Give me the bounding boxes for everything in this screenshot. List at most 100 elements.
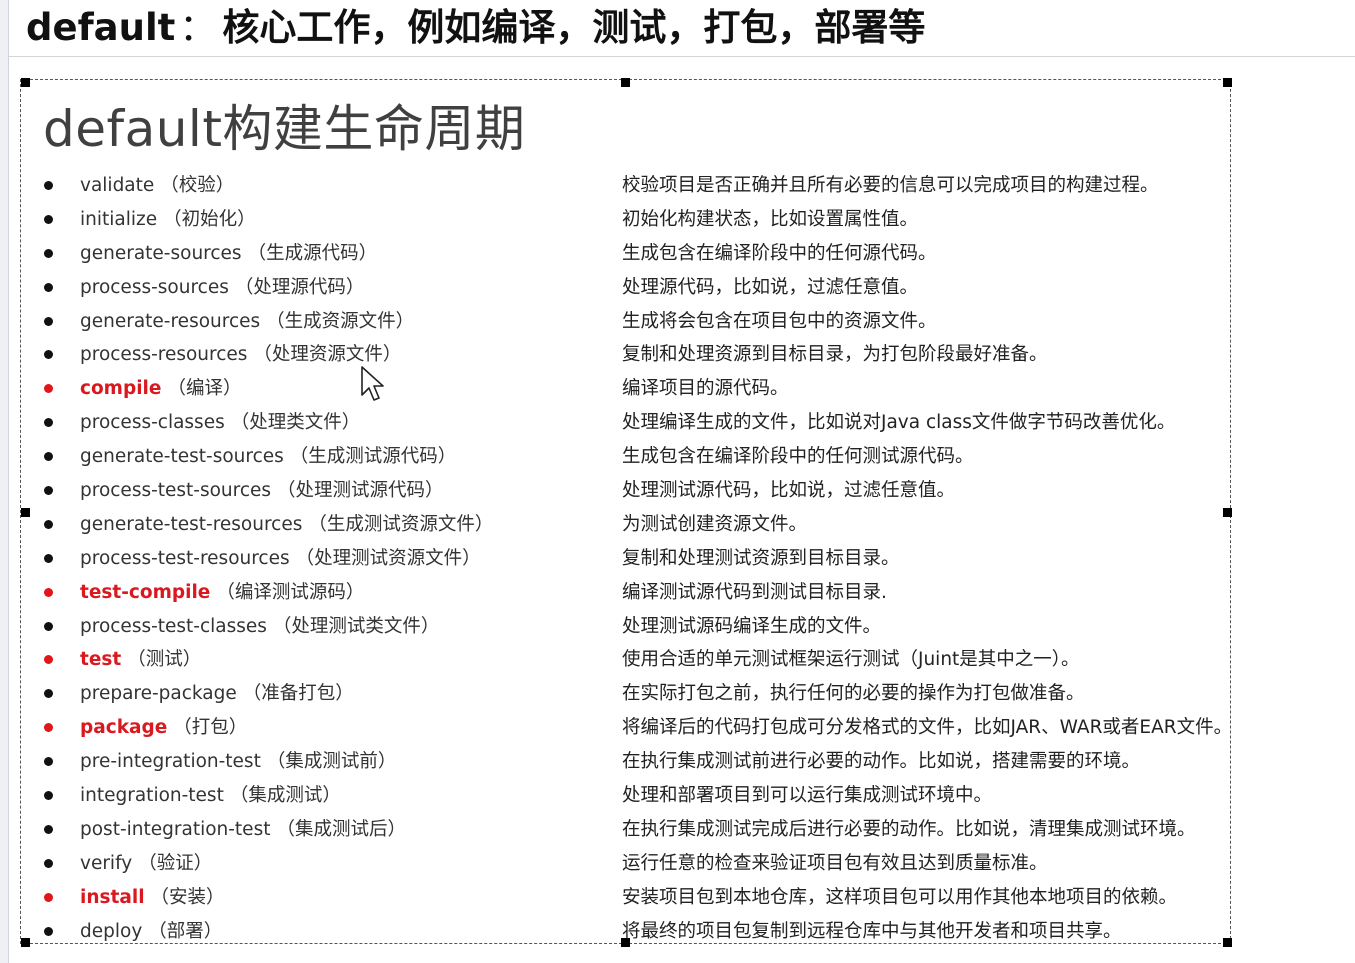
- phase-description: 生成将会包含在项目包中的资源文件。: [622, 310, 937, 332]
- phase-chinese-name: （处理类文件）: [230, 412, 361, 434]
- phase-name: generate-resources: [80, 310, 261, 332]
- phase-label: deploy （部署）: [80, 920, 222, 944]
- phase-chinese-name: （编译）: [167, 378, 242, 400]
- phase-row: initialize （初始化） 初始化构建状态，比如设置属性值。: [0, 203, 1355, 237]
- phase-label: generate-sources （生成源代码）: [80, 242, 377, 266]
- phase-label: process-sources （处理源代码）: [80, 276, 364, 300]
- phase-row: install （安装） 安装项目包到本地仓库，这样项目包可以用作其他本地项目的依赖…: [0, 881, 1355, 915]
- phase-label: validate （校验）: [80, 174, 234, 198]
- phase-name: test: [80, 649, 122, 671]
- phase-row: post-integration-test （集成测试后） 在执行集成测试完成后进行…: [0, 813, 1355, 847]
- phase-description: 安装项目包到本地仓库，这样项目包可以用作其他本地项目的依赖。: [622, 886, 1178, 908]
- heading-keyword: default: [26, 6, 176, 49]
- phase-description: 生成包含在编译阶段中的任何测试源代码。: [622, 446, 974, 468]
- phase-label: verify （验证）: [80, 852, 212, 876]
- phase-label: integration-test （集成测试）: [80, 784, 341, 808]
- bullet-icon: [44, 824, 53, 834]
- phase-chinese-name: （生成源代码）: [247, 242, 378, 264]
- phase-row: test （测试） 使用合适的单元测试框架运行测试（Juint是其中之一）。: [0, 643, 1355, 677]
- bullet-icon: [44, 384, 53, 394]
- phase-chinese-name: （集成测试）: [229, 785, 341, 807]
- phase-label: post-integration-test （集成测试后）: [80, 818, 406, 842]
- phase-row: pre-integration-test （集成测试前） 在执行集成测试前进行必要的…: [0, 745, 1355, 779]
- phase-name: process-test-classes: [80, 615, 267, 637]
- phase-name: initialize: [80, 208, 158, 230]
- phase-chinese-name: （集成测试后）: [276, 818, 406, 840]
- bullet-icon: [44, 350, 53, 360]
- phase-row: package （打包） 将编译后的代码打包成可分发格式的文件，比如JAR、WAR或…: [0, 711, 1355, 745]
- bullet-icon: [44, 655, 53, 665]
- phase-description: 处理编译生成的文件，比如说对Java class文件做字节码改善优化。: [622, 412, 1176, 434]
- phase-row: process-test-classes （处理测试类文件） 处理测试源码编译生成的…: [0, 610, 1355, 644]
- phase-row: validate （校验） 校验项目是否正确并且所有必要的信息可以完成项目的构建过程…: [0, 169, 1355, 203]
- phase-chinese-name: （校验）: [160, 175, 235, 196]
- phase-chinese-name: （生成测试源代码）: [289, 446, 457, 468]
- phase-row: verify （验证） 运行任意的检查来验证项目包有效且达到质量标准。: [0, 847, 1355, 881]
- phase-row: generate-test-sources （生成测试源代码） 生成包含在编译阶段中…: [0, 440, 1355, 474]
- heading-text: 核心工作，例如编译，测试，打包，部署等: [222, 6, 926, 49]
- phase-chinese-name: （编译测试源码）: [216, 581, 365, 603]
- phase-name: package: [80, 717, 168, 739]
- phase-label: test （测试）: [80, 648, 201, 672]
- phase-description: 将编译后的代码打包成可分发格式的文件，比如JAR、WAR或者EAR文件。: [622, 717, 1233, 739]
- phase-name: post-integration-test: [80, 818, 271, 840]
- heading-colon: ：: [179, 6, 217, 49]
- bullet-icon: [44, 316, 53, 326]
- phase-description: 处理测试源代码，比如说，过滤任意值。: [622, 480, 956, 502]
- phase-name: generate-sources: [80, 242, 242, 264]
- phase-name: deploy: [80, 920, 143, 942]
- phase-description: 在执行集成测试前进行必要的动作。比如说，搭建需要的环境。: [622, 751, 1141, 773]
- phase-row: prepare-package （准备打包） 在实际打包之前，执行任何的必要的操作为…: [0, 677, 1355, 711]
- phase-name: pre-integration-test: [80, 751, 261, 773]
- resize-handle-icon[interactable]: [621, 78, 630, 87]
- phase-chinese-name: （测试）: [127, 649, 202, 671]
- bullet-icon: [44, 791, 53, 801]
- bullet-icon: [44, 519, 53, 529]
- bullet-icon: [44, 248, 53, 258]
- phase-name: process-resources: [80, 344, 248, 366]
- phase-row: generate-resources （生成资源文件） 生成将会包含在项目包中的资源…: [0, 305, 1355, 339]
- bullet-icon: [44, 892, 53, 902]
- phase-name: process-classes: [80, 412, 225, 434]
- phase-description: 处理源代码，比如说，过滤任意值。: [622, 276, 919, 298]
- phase-description: 编译项目的源代码。: [622, 378, 789, 400]
- resize-handle-icon[interactable]: [21, 78, 30, 87]
- phase-label: generate-test-resources （生成测试资源文件）: [80, 513, 493, 537]
- phase-row: process-resources （处理资源文件） 复制和处理资源到目标目录，为打…: [0, 338, 1355, 372]
- phase-name: generate-test-resources: [80, 513, 303, 535]
- phase-description: 复制和处理资源到目标目录，为打包阶段最好准备。: [622, 344, 1048, 366]
- phase-description: 将最终的项目包复制到远程仓库中与其他开发者和项目共享。: [622, 920, 1122, 942]
- phase-name: prepare-package: [80, 683, 237, 705]
- phase-chinese-name: （处理测试源代码）: [277, 480, 444, 502]
- resize-handle-icon[interactable]: [1223, 78, 1232, 87]
- phase-label: process-test-resources （处理测试资源文件）: [80, 547, 481, 571]
- phase-label: install （安装）: [80, 886, 225, 910]
- phase-description: 使用合适的单元测试框架运行测试（Juint是其中之一）。: [622, 649, 1080, 671]
- phase-description: 复制和处理测试资源到目标目录。: [622, 547, 900, 569]
- phase-chinese-name: （准备打包）: [242, 683, 354, 705]
- phase-chinese-name: （处理测试类文件）: [272, 615, 440, 637]
- phase-chinese-name: （生成资源文件）: [266, 310, 415, 332]
- phase-label: prepare-package （准备打包）: [80, 682, 354, 706]
- bullet-icon: [44, 418, 53, 428]
- bullet-icon: [44, 926, 53, 936]
- phase-row: deploy （部署） 将最终的项目包复制到远程仓库中与其他开发者和项目共享。: [0, 915, 1355, 949]
- phase-name: install: [80, 886, 145, 908]
- bullet-icon: [44, 486, 53, 496]
- phase-label: generate-test-sources （生成测试源代码）: [80, 445, 456, 469]
- phase-label: process-classes （处理类文件）: [80, 411, 360, 435]
- phase-row: process-classes （处理类文件） 处理编译生成的文件，比如说对Java…: [0, 406, 1355, 440]
- phase-description: 生成包含在编译阶段中的任何源代码。: [622, 242, 937, 264]
- phase-label: test-compile （编译测试源码）: [80, 581, 364, 605]
- mouse-pointer-icon: [360, 365, 386, 407]
- bullet-icon: [44, 723, 53, 733]
- phase-chinese-name: （处理源代码）: [234, 276, 365, 298]
- bullet-icon: [44, 621, 53, 631]
- phase-description: 初始化构建状态，比如设置属性值。: [622, 208, 919, 230]
- phase-row: process-test-resources （处理测试资源文件） 复制和处理测试资…: [0, 542, 1355, 576]
- phase-name: process-test-sources: [80, 480, 272, 502]
- phase-row: generate-sources （生成源代码） 生成包含在编译阶段中的任何源代码。: [0, 237, 1355, 271]
- phase-name: verify: [80, 852, 133, 874]
- bullet-icon: [44, 858, 53, 868]
- phase-description: 在实际打包之前，执行任何的必要的操作为打包做准备。: [622, 683, 1085, 705]
